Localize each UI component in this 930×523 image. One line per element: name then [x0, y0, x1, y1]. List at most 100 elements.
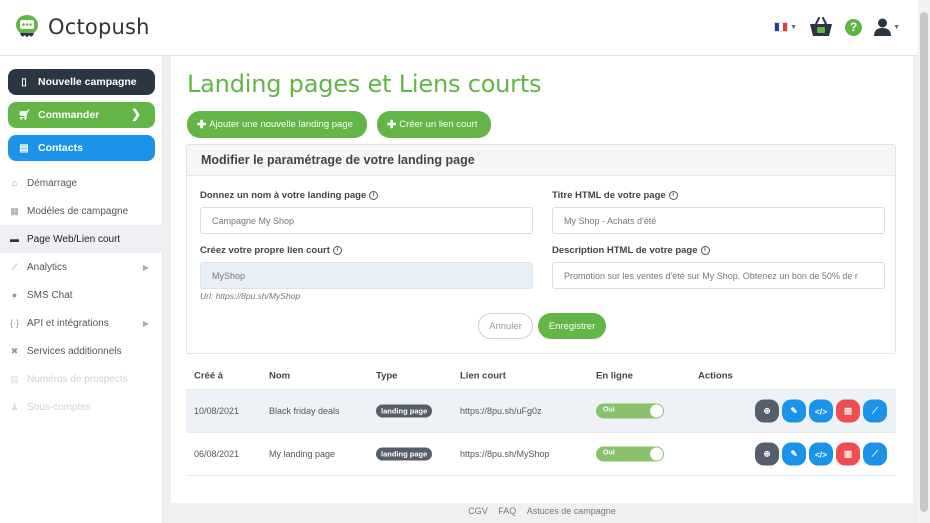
table-row: 06/08/2021 My landing page landing page …	[186, 433, 896, 476]
sidebar-item-label: Modèles de campagne	[27, 205, 129, 217]
label-text: Créez votre propre lien court	[200, 245, 330, 256]
sidebar-nav: ⌂ Démarrage ▦ Modèles de campagne ▬ Page…	[0, 169, 163, 421]
sidebar-item-analytics[interactable]: ⟋ Analytics ▶	[0, 253, 163, 281]
user-menu[interactable]: ▼	[874, 18, 900, 36]
template-icon: ▦	[10, 205, 19, 216]
new-campaign-button[interactable]: ▯ Nouvelle campagne	[8, 69, 155, 95]
row-actions: ⊕ ✎ </> ▥ ⟋	[755, 399, 887, 423]
html-description-input[interactable]: Promotion sur les ventes d'été sur My Sh…	[552, 262, 885, 289]
octopus-logo-icon	[16, 15, 38, 37]
html-desc-field-label: Description HTML de votre page i	[552, 245, 710, 256]
sidebar: ▯ Nouvelle campagne 🛒︎ Commander ❯ ▤ Con…	[0, 56, 163, 523]
cart-icon: 🛒︎	[18, 109, 31, 121]
embed-code-button[interactable]: </>	[809, 399, 833, 423]
online-toggle[interactable]: Oui	[596, 403, 664, 419]
page-scrollbar[interactable]	[918, 0, 930, 523]
page-title: Landing pages et Liens courts	[187, 70, 542, 98]
save-button[interactable]: Enregistrer	[538, 313, 606, 339]
footer-link-astuces[interactable]: Astuces de campagne	[527, 506, 616, 516]
sidebar-item-modeles[interactable]: ▦ Modèles de campagne	[0, 197, 163, 225]
column-header: Nom	[269, 370, 291, 381]
top-bar: Octopush ▼ ? ▼	[0, 0, 930, 56]
edit-button[interactable]: ✎	[782, 442, 806, 466]
delete-button[interactable]: ▥	[836, 442, 860, 466]
stats-button[interactable]: ⟋	[863, 442, 887, 466]
help-icon[interactable]: ?	[845, 18, 863, 36]
app-logo[interactable]: Octopush	[14, 14, 150, 40]
contacts-button[interactable]: ▤ Contacts	[8, 135, 155, 161]
chart-icon: ⟋	[872, 448, 878, 459]
html-title-input[interactable]: My Shop - Achats d'été	[552, 207, 885, 234]
add-landing-page-button[interactable]: ✚ Ajouter une nouvelle landing page	[187, 111, 367, 138]
chevron-down-icon: ▼	[790, 23, 798, 31]
zoom-icon: ⊕	[763, 405, 771, 416]
card-icon: ▬	[10, 234, 19, 244]
column-header: Type	[376, 370, 398, 381]
short-link-input[interactable]: MyShop	[200, 262, 533, 289]
order-button[interactable]: 🛒︎ Commander ❯	[8, 102, 155, 128]
trash-icon: ▥	[843, 448, 853, 459]
name-field-label: Donnez un nom à votre landing page i	[200, 190, 379, 201]
sidebar-item-label: SMS Chat	[27, 289, 73, 301]
sidebar-item-label: Services additionnels	[27, 345, 122, 357]
sidebar-item-sms-chat[interactable]: ● SMS Chat	[0, 281, 163, 309]
main-content: Landing pages et Liens courts ✚ Ajouter …	[171, 56, 913, 503]
column-header: Lien court	[460, 370, 506, 381]
zoom-icon: ⊕	[763, 448, 771, 459]
delete-button[interactable]: ▥	[836, 399, 860, 423]
info-icon[interactable]: i	[668, 191, 678, 200]
chevron-right-icon: ▶	[142, 262, 149, 272]
scrollbar-thumb[interactable]	[920, 12, 928, 512]
cancel-button[interactable]: Annuler	[478, 313, 533, 339]
edit-icon: ✎	[790, 448, 798, 459]
landing-settings-panel: Modifier le paramétrage de votre landing…	[186, 144, 896, 354]
stats-button[interactable]: ⟋	[863, 399, 887, 423]
created-date: 06/08/2021	[194, 449, 240, 459]
mobile-icon: ▯	[21, 76, 27, 88]
trash-icon: ▥	[843, 405, 853, 416]
sidebar-item-label: API et intégrations	[27, 317, 109, 329]
basket-icon[interactable]	[809, 17, 833, 37]
page-name: My landing page	[269, 449, 336, 459]
embed-code-button[interactable]: </>	[809, 442, 833, 466]
edit-button[interactable]: ✎	[782, 399, 806, 423]
url-hint: Url: https://8pu.sh/MyShop	[200, 291, 301, 301]
users-icon: ♟	[10, 401, 19, 412]
code-icon: </>	[814, 406, 828, 416]
info-icon[interactable]: i	[332, 246, 342, 255]
info-icon[interactable]: i	[700, 246, 710, 255]
sidebar-item-sous-comptes: ♟ Sous-comptes	[0, 393, 163, 421]
sidebar-item-api[interactable]: {·} API et intégrations ▶	[0, 309, 163, 337]
create-short-link-label: Créer un lien court	[399, 119, 478, 130]
footer-link-faq[interactable]: FAQ	[498, 506, 516, 516]
landing-name-input[interactable]: Campagne My Shop	[200, 207, 533, 234]
sidebar-item-label: Analytics	[27, 261, 68, 273]
preview-button[interactable]: ⊕	[755, 399, 779, 423]
sidebar-item-demarrage[interactable]: ⌂ Démarrage	[0, 169, 163, 197]
sidebar-item-services[interactable]: ✖ Services additionnels	[0, 337, 163, 365]
table-row: 10/08/2021 Black friday deals landing pa…	[186, 390, 896, 433]
footer: CGV FAQ Astuces de campagne	[171, 506, 913, 516]
edit-icon: ✎	[790, 405, 798, 416]
create-short-link-button[interactable]: ✚ Créer un lien court	[377, 111, 491, 138]
online-toggle[interactable]: Oui	[596, 446, 664, 462]
language-selector[interactable]: ▼	[774, 22, 797, 32]
label-text: Titre HTML de votre page	[552, 190, 666, 201]
sidebar-item-page-web[interactable]: ▬ Page Web/Lien court	[0, 225, 163, 253]
new-campaign-label: Nouvelle campagne	[38, 76, 137, 88]
row-actions: ⊕ ✎ </> ▥ ⟋	[755, 442, 887, 466]
home-icon: ⌂	[11, 178, 18, 188]
panel-heading: Modifier le paramétrage de votre landing…	[187, 145, 895, 176]
table-header: Créé à Nom Type Lien court En ligne Acti…	[186, 362, 896, 390]
short-link[interactable]: https://8pu.sh/MyShop	[460, 449, 550, 459]
page-name: Black friday deals	[269, 406, 340, 416]
footer-link-cgv[interactable]: CGV	[468, 506, 488, 516]
short-link[interactable]: https://8pu.sh/uFg0z	[460, 406, 542, 416]
chart-icon: ⟋	[872, 405, 878, 416]
app-name: Octopush	[48, 15, 150, 39]
short-link-field-label: Créez votre propre lien court i	[200, 245, 342, 256]
chevron-right-icon: ▶	[142, 318, 149, 328]
html-title-field-label: Titre HTML de votre page i	[552, 190, 678, 201]
info-icon[interactable]: i	[369, 191, 379, 200]
preview-button[interactable]: ⊕	[755, 442, 779, 466]
